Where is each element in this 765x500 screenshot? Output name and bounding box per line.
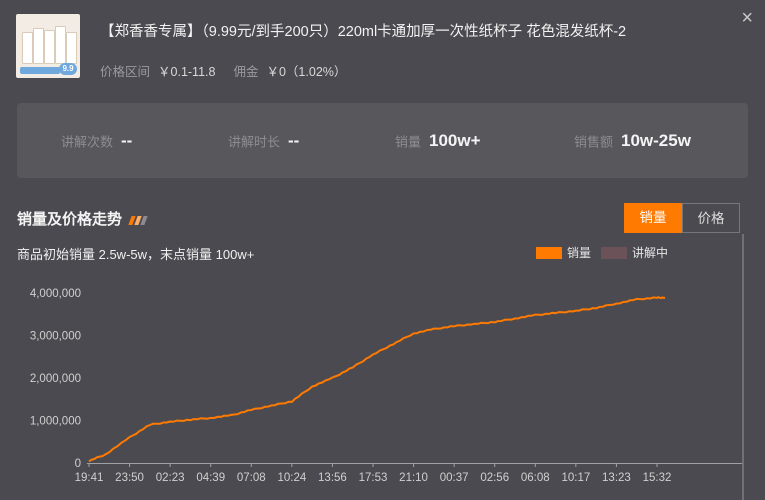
x-tick-label: 15:32	[643, 472, 672, 484]
x-tick-label: 13:56	[318, 472, 347, 484]
x-tick-label: 10:17	[561, 472, 590, 484]
x-tick-label: 07:08	[237, 472, 266, 484]
x-tick-label: 02:56	[480, 472, 509, 484]
x-tick-label: 17:53	[359, 472, 388, 484]
x-tick-label: 04:39	[196, 472, 225, 484]
y-tick-label: 3,000,000	[30, 331, 81, 343]
y-tick-label: 1,000,000	[30, 416, 81, 428]
x-tick-label: 02:23	[156, 472, 185, 484]
x-tick-label: 23:50	[115, 472, 144, 484]
sales-series-line	[88, 296, 666, 463]
x-tick-label: 21:10	[399, 472, 428, 484]
x-tick-label: 13:23	[602, 472, 631, 484]
x-tick-label: 00:37	[440, 472, 469, 484]
vertical-scrollbar[interactable]	[742, 234, 744, 500]
x-tick-label: 06:08	[521, 472, 550, 484]
x-tick-label: 10:24	[277, 472, 306, 484]
y-tick-label: 2,000,000	[30, 373, 81, 385]
sales-line-chart: 4,000,000 3,000,000 2,000,000 1,000,000 0 19:…	[30, 288, 742, 484]
x-tick-label: 19:41	[75, 472, 104, 484]
y-tick-label: 0	[75, 458, 81, 470]
y-tick-label: 4,000,000	[30, 288, 81, 300]
